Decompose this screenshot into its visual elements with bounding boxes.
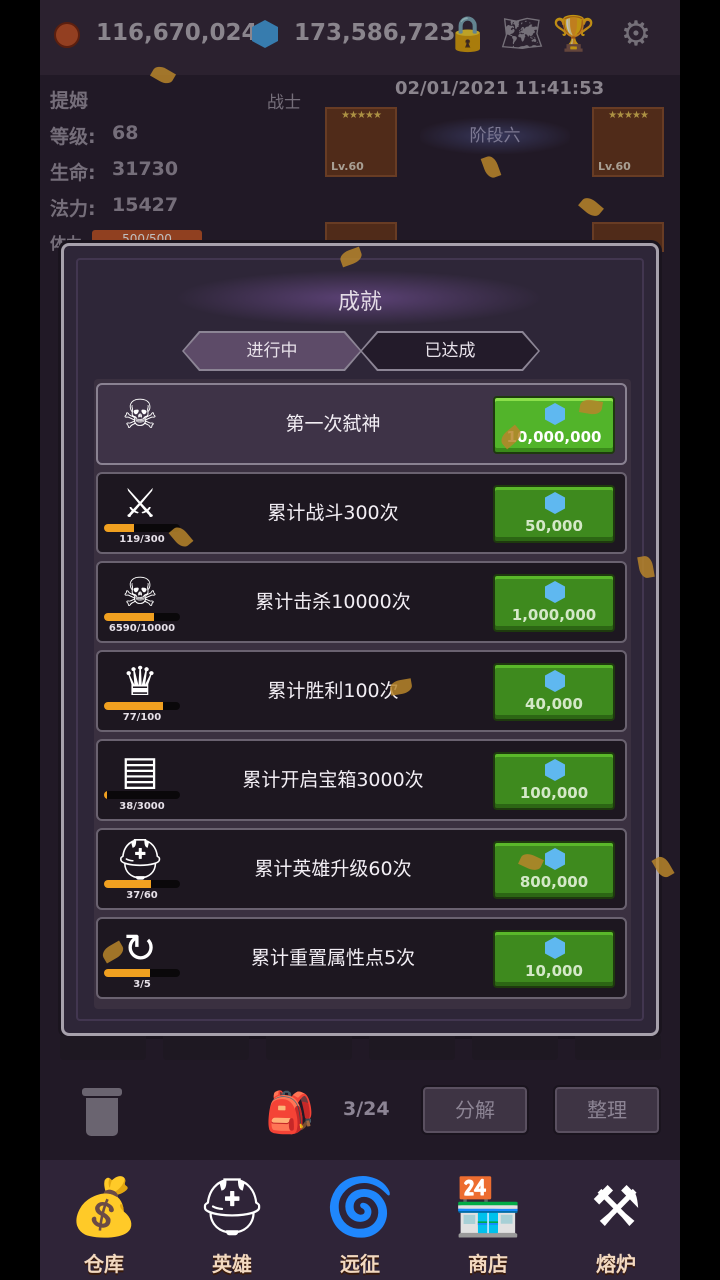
reward-amount: 40,000 [525,695,583,713]
progress-text: 37/60 [126,890,158,901]
claim-reward-button[interactable]: 50,000 [493,485,615,543]
claim-reward-button[interactable]: 10,000 [493,930,615,988]
anvil-icon: ⚒ [590,1175,642,1240]
gem-icon [545,937,565,959]
sort-button[interactable]: 整理 [553,1085,661,1135]
achievement-row: ⛑ 37/60 累计英雄升级60次 800,000 [96,828,627,910]
inventory-slot[interactable] [472,1036,558,1060]
claim-reward-button[interactable]: 40,000 [493,663,615,721]
progress-text: 77/100 [122,712,162,723]
achievement-row: ♛ 77/100 累计胜利100次 40,000 [96,650,627,732]
gem-icon [545,492,565,514]
progress-bar [104,524,180,532]
achievement-name: 累计胜利100次 [267,680,399,702]
gem-icon [545,403,565,425]
achievement-row: ☠ 6590/10000 累计击杀10000次 1,000,000 [96,561,627,643]
achievement-list[interactable]: ☠ 第一次弑神 10,000,000 ⚔ 119/300 累计战斗300次 50,000 ☠ 6… [94,379,631,1009]
helmet-icon: ⛑ [114,837,166,883]
achievement-name: 累计开启宝箱3000次 [242,769,424,791]
reward-amount: 1,000,000 [511,606,597,624]
warehouse-bag-icon: 💰 [69,1175,139,1240]
modal-title: 成就 [337,290,382,315]
nav-warehouse[interactable]: 💰 仓库 [40,1160,168,1280]
gem-icon [545,670,565,692]
inventory-capacity: 3/24 [343,1098,390,1120]
inventory-slot[interactable] [369,1036,455,1060]
tab-completed[interactable]: 已达成 [362,333,538,369]
claim-reward-button[interactable]: 1,000,000 [493,574,615,632]
progress-bar [104,969,180,977]
inventory-slot[interactable] [575,1036,661,1060]
hero-helmet-icon: ⛑ [196,1175,268,1240]
inventory-slots [60,1036,661,1060]
achievement-name: 累计击杀10000次 [255,591,411,613]
gem-icon [545,581,565,603]
backpack-icon: 🎒 [265,1090,315,1136]
decompose-button[interactable]: 分解 [421,1085,529,1135]
nav-label: 远征 [340,1252,380,1276]
progress-text: 3/5 [133,979,151,990]
inventory-slot[interactable] [266,1036,352,1060]
bottom-nav: 💰 仓库 ⛑ 英雄 🌀 远征 🏪 商店 ⚒ 熔炉 [40,1160,680,1280]
progress-text: 38/3000 [119,801,165,812]
progress-bar-fill [104,702,163,710]
nav-label: 英雄 [212,1252,252,1276]
gem-icon [545,848,565,870]
gem-icon [545,759,565,781]
progress-bar [104,613,180,621]
game-screen: 116,670,024 173,586,723 🔒 🗺 🏆 ⚙ 提姆 战士 02… [40,0,680,1280]
progress-bar-fill [104,880,152,888]
crossed-swords-icon: ⚔ [122,481,158,527]
nav-forge[interactable]: ⚒ 熔炉 [552,1160,680,1280]
achievement-name: 累计英雄升级60次 [254,858,412,880]
expedition-portal-icon: 🌀 [325,1175,395,1240]
progress-bar [104,880,180,888]
achievement-name: 累计重置属性点5次 [250,947,416,969]
trash-body [86,1098,118,1136]
reward-amount: 10,000 [525,962,583,980]
claim-reward-button[interactable]: 800,000 [493,841,615,899]
progress-text: 6590/10000 [108,623,176,634]
reward-amount: 100,000 [519,784,589,802]
achievement-row: ↻ 3/5 累计重置属性点5次 10,000 [96,917,627,999]
nav-label: 商店 [468,1252,508,1276]
trash-lid [82,1088,122,1096]
nav-label: 仓库 [84,1252,124,1276]
progress-bar-fill [104,524,135,532]
claim-reward-button[interactable]: 100,000 [493,752,615,810]
nav-heroes[interactable]: ⛑ 英雄 [168,1160,296,1280]
reward-amount: 800,000 [519,873,589,891]
progress-bar-fill [104,613,155,621]
achievement-name: 第一次弑神 [285,413,381,435]
nav-expedition[interactable]: 🌀 远征 [296,1160,424,1280]
achievement-row: ☠ 第一次弑神 10,000,000 [96,383,627,465]
progress-bar-fill [104,969,150,977]
shop-icon: 🏪 [453,1175,523,1240]
trash-icon[interactable] [82,1088,122,1136]
achievements-modal: 成就 进行中 已达成 ☠ 第一次弑神 10,000,000 ⚔ 119/300 累计战斗3… [61,243,659,1036]
treasure-chest-icon: ▤ [121,748,159,794]
crown-icon: ♛ [122,659,158,705]
progress-bar-fill [104,791,108,799]
progress-bar [104,702,180,710]
skull-icon: ☠ [122,570,158,616]
nav-label: 熔炉 [596,1252,636,1276]
achievement-row: ▤ 38/3000 累计开启宝箱3000次 100,000 [96,739,627,821]
reward-amount: 50,000 [525,517,583,535]
achievement-name: 累计战斗300次 [267,502,399,524]
nav-shop[interactable]: 🏪 商店 [424,1160,552,1280]
inventory-slot[interactable] [60,1036,146,1060]
inventory-slot[interactable] [163,1036,249,1060]
tab-in-progress[interactable]: 进行中 [184,333,360,369]
skull-icon: ☠ [122,392,158,438]
progress-bar [104,791,180,799]
